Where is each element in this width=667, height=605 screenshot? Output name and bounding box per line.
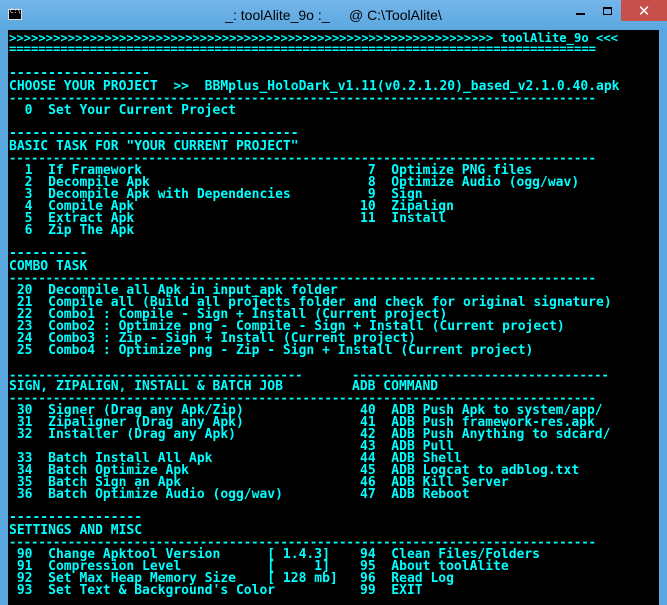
minimize-button[interactable] [567, 0, 594, 21]
basic-item-right: 11 Install [360, 211, 447, 226]
maximize-icon [603, 6, 612, 15]
settings-item-right: 99 EXIT [360, 583, 423, 598]
title-bar[interactable]: _: toolAlite_9o :_ @ C:\ToolAlite\ ✕ [0, 0, 667, 30]
minimize-icon [576, 12, 585, 15]
maximize-button[interactable] [594, 0, 621, 21]
settings-item: 93 Set Text & Background's Color [9, 583, 276, 598]
header-rule: ========================================… [9, 42, 596, 56]
console-output[interactable]: >>>>>>>>>>>>>>>>>>>>>>>>>>>>>>>>>>>>>>>>… [8, 30, 659, 605]
adb-item: 47 ADB Reboot [360, 487, 470, 502]
console-window: _: toolAlite_9o :_ @ C:\ToolAlite\ ✕ >>>… [0, 0, 667, 605]
sign-item: 36 Batch Optimize Audio (ogg/wav) [9, 487, 283, 502]
close-button[interactable]: ✕ [621, 0, 667, 21]
option-0: 0 Set Your Current Project [9, 103, 236, 118]
basic-item: 6 Zip The Apk [9, 223, 135, 238]
combo-item: 25 Combo4 : Optimize png - Zip - Sign + … [9, 343, 534, 358]
sign-item: 32 Installer (Drag any Apk) [9, 427, 236, 442]
